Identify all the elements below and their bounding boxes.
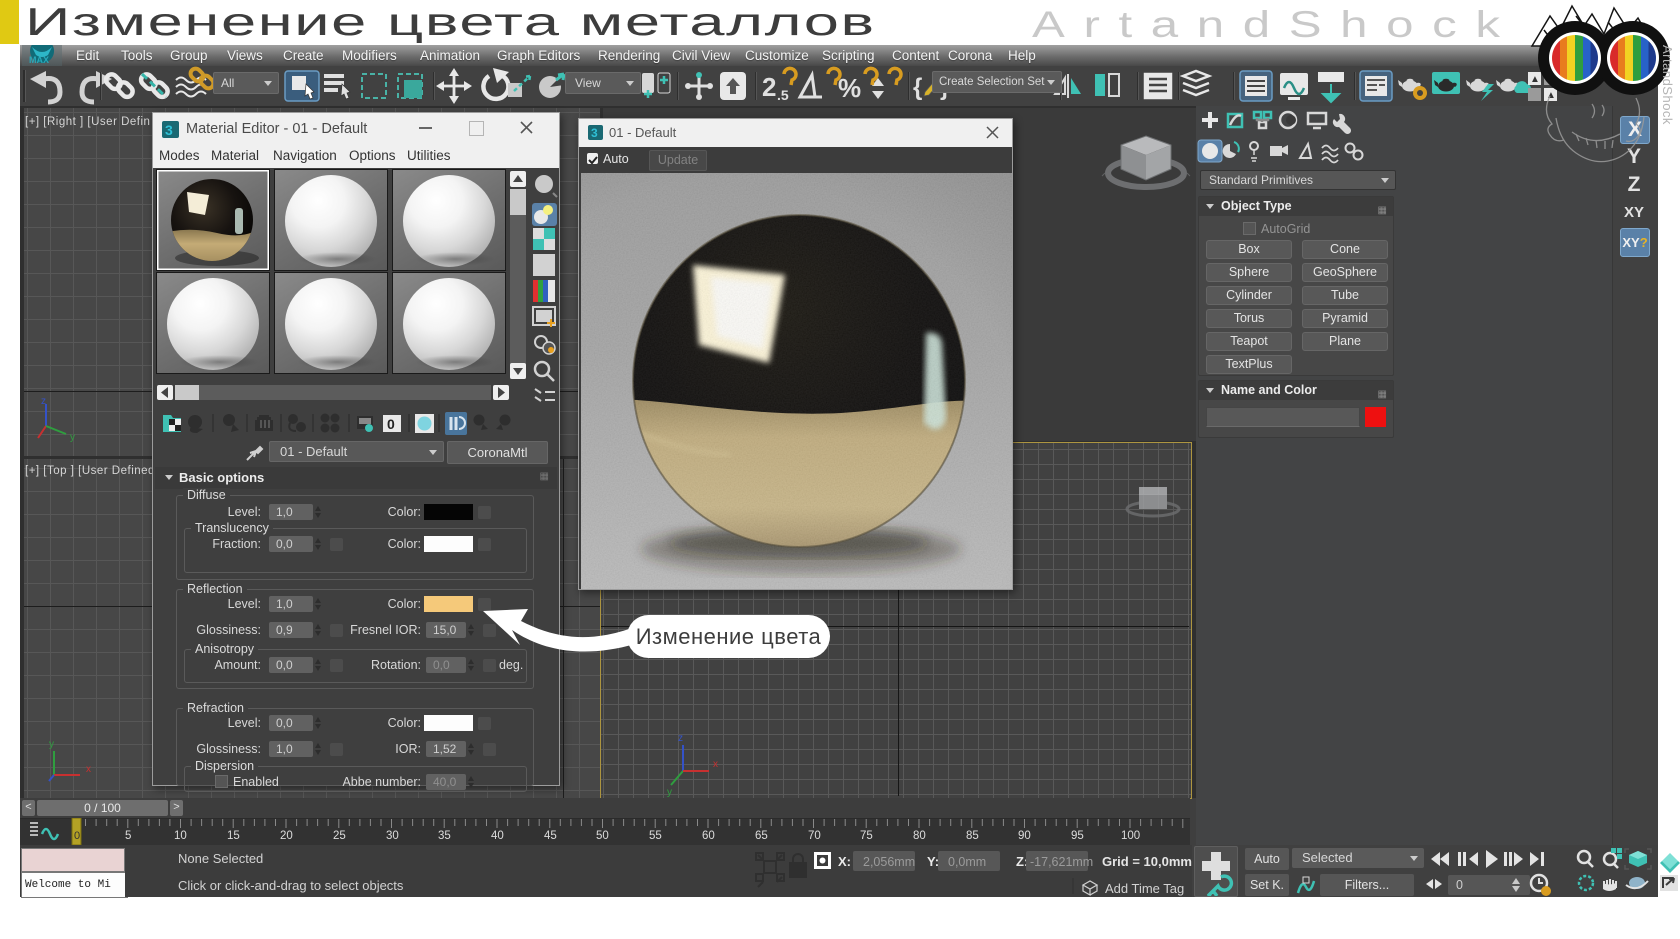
svg-text:y: y <box>667 787 672 798</box>
svg-text:3: 3 <box>165 122 173 138</box>
svg-text:3: 3 <box>591 126 598 140</box>
svg-text:2: 2 <box>762 72 776 102</box>
svg-text:0,0mm: 0,0mm <box>948 855 986 869</box>
svg-text:Add Time Tag: Add Time Tag <box>1105 881 1184 896</box>
svg-text:X:: X: <box>838 854 851 869</box>
svg-text:Grid = 10,0mm: Grid = 10,0mm <box>1102 854 1192 869</box>
svg-text:x: x <box>713 759 718 770</box>
svg-text:Y:: Y: <box>927 854 939 869</box>
svg-text:y: y <box>70 432 75 443</box>
svg-text:z: z <box>41 396 46 407</box>
svg-text:.5: .5 <box>777 87 789 103</box>
svg-text:-17,621mm: -17,621mm <box>1030 855 1093 869</box>
svg-text:x: x <box>86 764 91 775</box>
svg-text:%: % <box>838 73 861 103</box>
svg-text:2,056mm: 2,056mm <box>863 855 915 869</box>
svg-text:0: 0 <box>387 416 395 432</box>
svg-text:y: y <box>49 739 54 750</box>
svg-text:z: z <box>678 733 683 744</box>
svg-text:MAX: MAX <box>29 55 49 65</box>
svg-text:{: { <box>913 74 922 101</box>
